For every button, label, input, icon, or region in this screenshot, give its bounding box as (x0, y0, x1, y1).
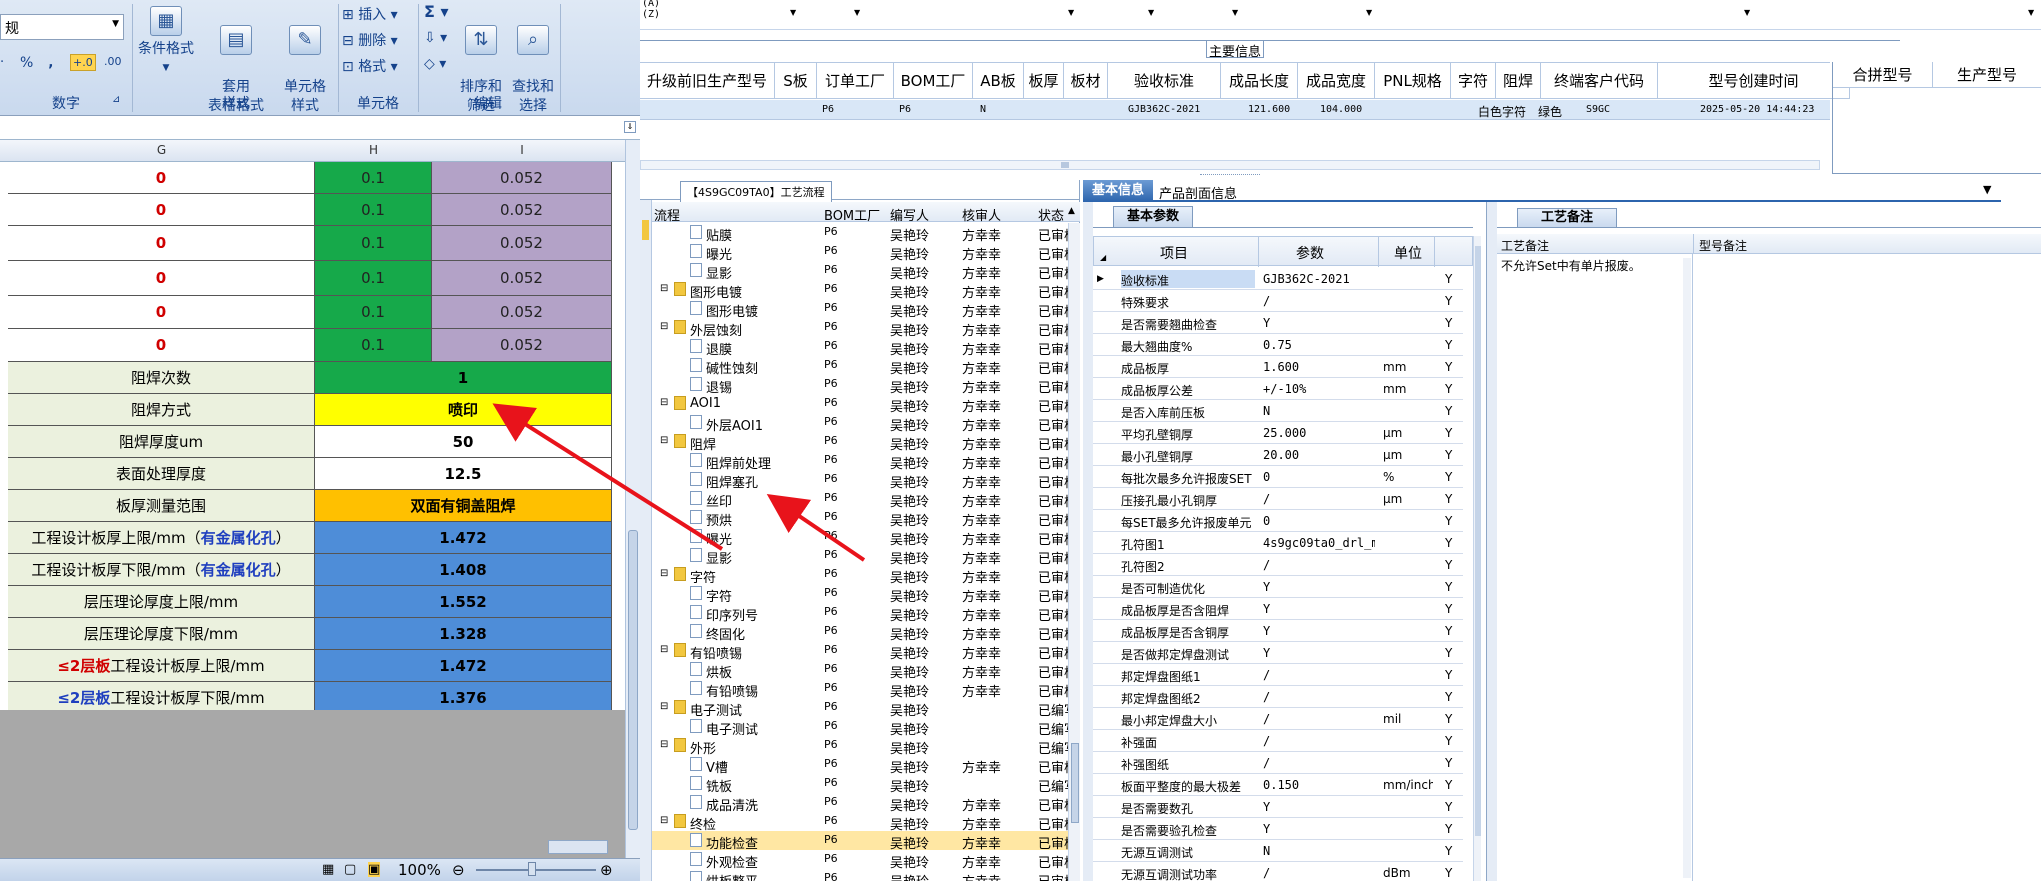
annotation-overlay (492, 403, 866, 562)
red-arrow-to-screen-print (766, 494, 866, 562)
red-arrow-to-solder-method (492, 403, 724, 551)
